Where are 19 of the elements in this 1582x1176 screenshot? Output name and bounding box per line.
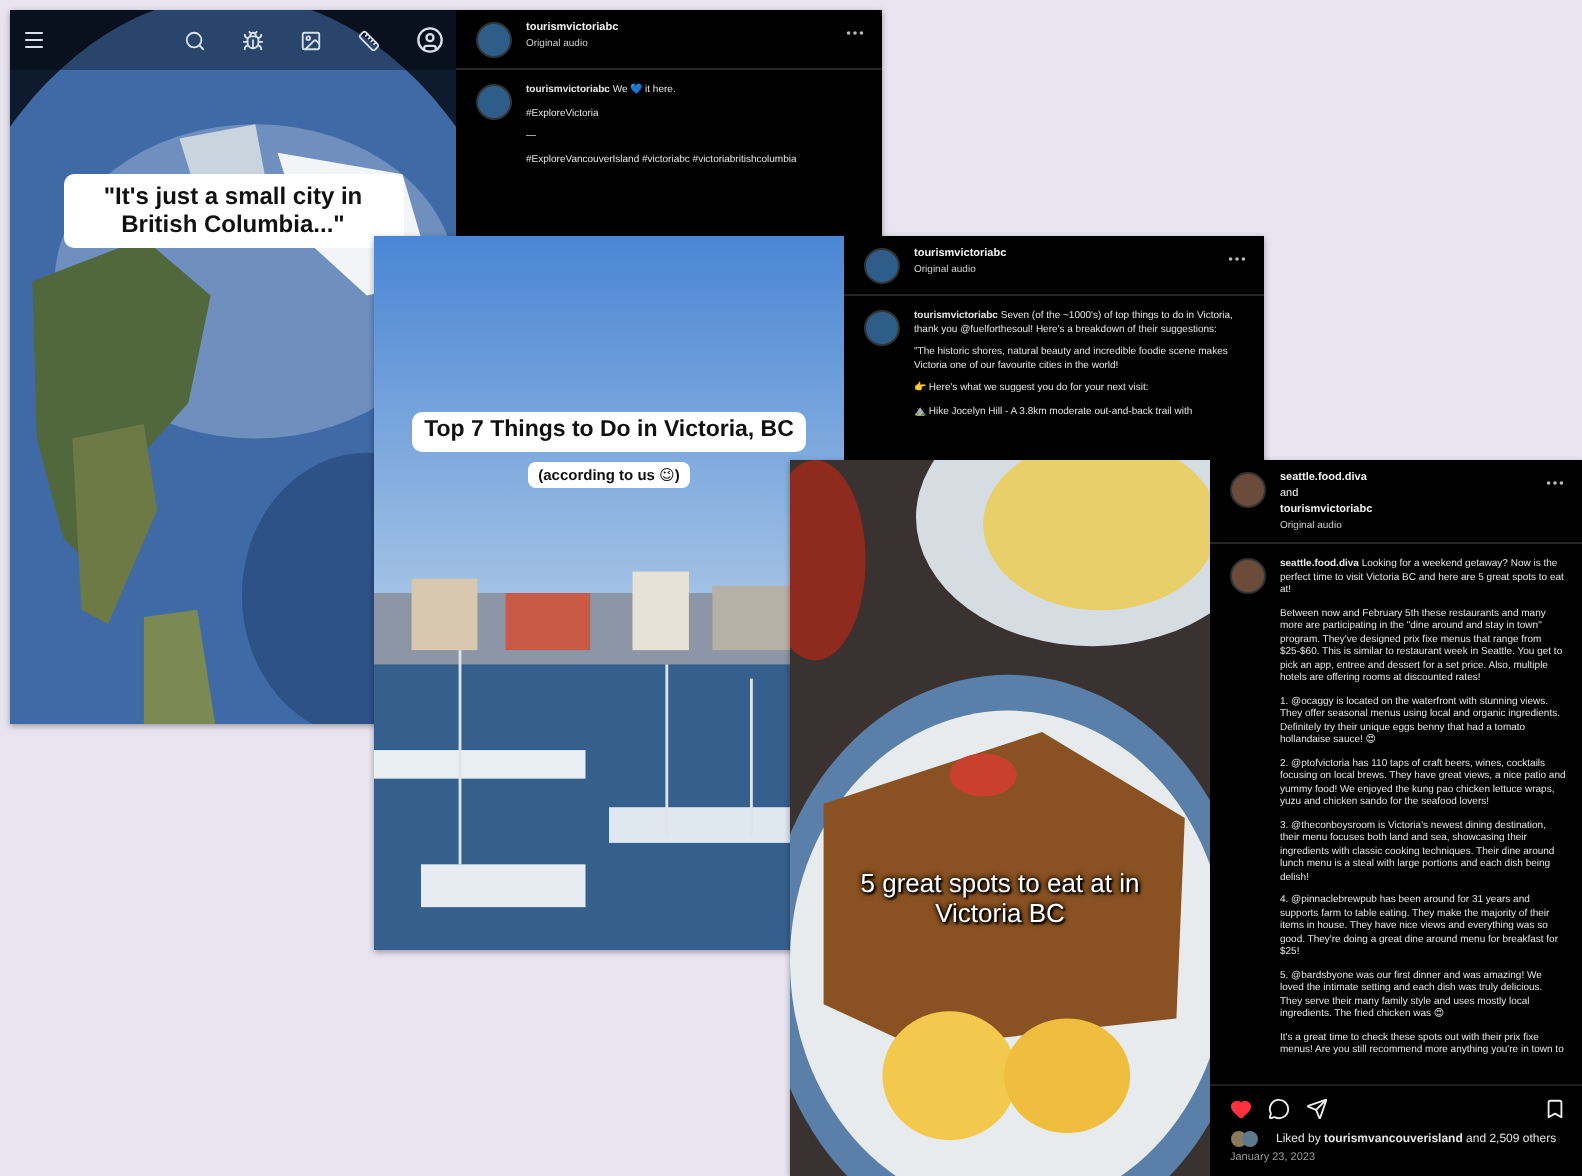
avatar[interactable] xyxy=(1230,558,1266,594)
profile-icon[interactable] xyxy=(416,26,444,54)
image-icon[interactable] xyxy=(300,29,322,51)
avatar[interactable] xyxy=(864,310,900,346)
video-caption: 5 great spots to eat at in Victoria BC xyxy=(858,870,1142,930)
heart-icon[interactable] xyxy=(1230,1098,1252,1120)
video-caption: "It's just a small city in British Columbia..." xyxy=(63,174,403,248)
search-icon[interactable] xyxy=(184,29,206,51)
bookmark-icon[interactable] xyxy=(1544,1098,1566,1120)
avatar[interactable] xyxy=(476,84,512,120)
video-caption: Top 7 Things to Do in Victoria, BC xyxy=(412,412,806,452)
comment-icon[interactable] xyxy=(1268,1098,1290,1120)
send-icon[interactable] xyxy=(1306,1098,1328,1120)
avatar[interactable] xyxy=(1230,472,1266,508)
avatar[interactable] xyxy=(864,248,900,284)
ruler-icon[interactable] xyxy=(358,29,380,51)
avatar[interactable] xyxy=(476,22,512,58)
menu-icon[interactable] xyxy=(22,28,46,52)
bug-icon[interactable] xyxy=(242,29,264,51)
